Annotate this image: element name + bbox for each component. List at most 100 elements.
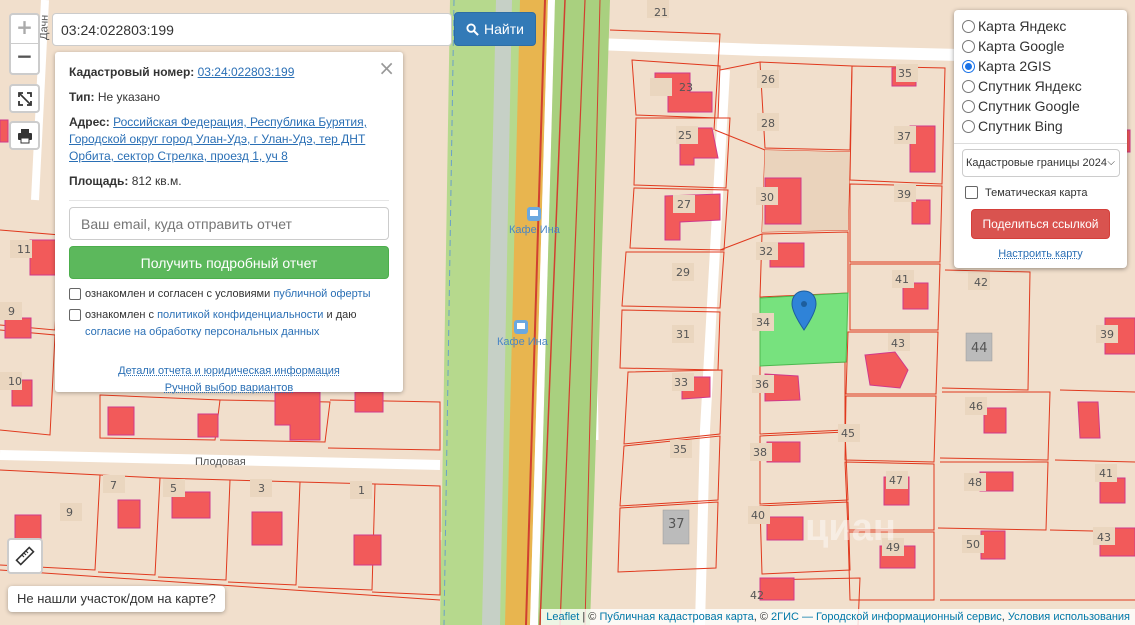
svg-text:9: 9: [8, 305, 15, 318]
svg-text:25: 25: [678, 129, 692, 142]
bus-stop-icon: [527, 207, 541, 221]
share-link-button[interactable]: Поделиться ссылкой: [971, 209, 1110, 239]
svg-text:45: 45: [841, 427, 855, 440]
layer-option[interactable]: Спутник Google: [962, 96, 1119, 116]
svg-text:39: 39: [897, 188, 911, 201]
map-attribution: Leaflet | © Публичная кадастровая карта,…: [541, 609, 1135, 625]
parcel-info-panel: × Кадастровый номер: 03:24:022803:199 Ти…: [55, 52, 403, 394]
divider: [954, 143, 1127, 144]
not-found-button[interactable]: Не нашли участок/дом на карте?: [8, 586, 225, 612]
privacy-consent-checkbox[interactable]: [69, 309, 81, 321]
layer-option-label: Спутник Bing: [978, 118, 1063, 134]
pkk-link[interactable]: Публичная кадастровая карта: [599, 611, 753, 623]
offer-consent-row: ознакомлен и согласен с условиями публич…: [69, 286, 389, 303]
zoom-out-button[interactable]: −: [11, 44, 38, 73]
offer-consent-prefix: ознакомлен и согласен с условиями: [85, 288, 274, 300]
base-layer-options: Карта Яндекс Карта Google Карта 2GIS Спутни…: [962, 16, 1119, 136]
svg-text:42: 42: [750, 589, 764, 602]
svg-text:48: 48: [968, 476, 982, 489]
print-button[interactable]: [9, 121, 40, 150]
svg-text:32: 32: [759, 245, 773, 258]
svg-text:7: 7: [110, 479, 117, 492]
layer-option[interactable]: Карта 2GIS: [962, 56, 1119, 76]
layer-option[interactable]: Спутник Bing: [962, 116, 1119, 136]
zoom-in-button[interactable]: +: [11, 15, 38, 44]
layer-radio[interactable]: [962, 19, 975, 33]
area-row: Площадь: 812 кв.м.: [69, 173, 389, 190]
privacy-consent-mid: и даю: [323, 309, 357, 321]
layer-radio[interactable]: [962, 99, 975, 113]
layer-radio[interactable]: [962, 79, 975, 93]
type-value: Не указано: [97, 90, 161, 104]
measure-button[interactable]: [7, 538, 43, 574]
svg-text:26: 26: [761, 73, 775, 86]
privacy-consent-prefix: ознакомлен с: [85, 309, 158, 321]
svg-text:40: 40: [751, 509, 765, 522]
svg-text:37: 37: [668, 517, 685, 532]
leaflet-link[interactable]: Leaflet: [546, 611, 579, 623]
svg-text:41: 41: [895, 273, 909, 286]
terms-link[interactable]: Условия использования: [1008, 611, 1130, 623]
type-label: Тип:: [69, 90, 95, 104]
svg-text:37: 37: [897, 130, 911, 143]
svg-text:29: 29: [676, 266, 690, 279]
cadastral-search-input[interactable]: [53, 14, 451, 45]
privacy-policy-link[interactable]: политикой конфиденциальности: [157, 309, 323, 321]
address-link[interactable]: Российская Федерация, Республика Бурятия…: [69, 115, 367, 163]
svg-text:циан: циан: [805, 507, 896, 549]
fullscreen-button[interactable]: [9, 84, 40, 113]
svg-text:35: 35: [673, 443, 687, 456]
search-icon: [466, 22, 479, 36]
layer-option-label: Спутник Google: [978, 98, 1080, 114]
layer-option[interactable]: Карта Google: [962, 36, 1119, 56]
email-field[interactable]: [69, 207, 389, 240]
2gis-link[interactable]: 2ГИС — Городской информационный сервис: [771, 611, 1002, 623]
svg-text:42: 42: [974, 276, 988, 289]
svg-text:27: 27: [677, 198, 691, 211]
svg-text:10: 10: [8, 375, 22, 388]
privacy-consent-text: ознакомлен с политикой конфиденциальност…: [85, 307, 389, 341]
svg-text:46: 46: [969, 400, 983, 413]
layer-radio[interactable]: [962, 119, 975, 133]
public-offer-link[interactable]: публичной оферты: [273, 288, 370, 300]
thematic-map-row: Тематическая карта: [962, 186, 1119, 199]
printer-icon: [17, 128, 32, 143]
svg-text:34: 34: [756, 316, 770, 329]
area-label: Площадь:: [69, 174, 129, 188]
search-box: [52, 13, 452, 46]
svg-text:39: 39: [1100, 328, 1114, 341]
svg-text:31: 31: [676, 328, 690, 341]
cadastral-number-link[interactable]: 03:24:022803:199: [198, 65, 295, 79]
layer-radio[interactable]: [962, 39, 975, 53]
ruler-icon: [15, 546, 35, 566]
svg-text:35: 35: [898, 67, 912, 80]
layer-option-label: Карта 2GIS: [978, 58, 1052, 74]
layer-option-label: Спутник Яндекс: [978, 78, 1082, 94]
layer-radio[interactable]: [962, 59, 975, 73]
svg-text:28: 28: [761, 117, 775, 130]
svg-text:Плодовая: Плодовая: [195, 456, 246, 468]
address-row: Адрес: Российская Федерация, Республика …: [69, 114, 389, 165]
cadastral-layer-select[interactable]: Кадастровые границы 2024 ⌵: [962, 149, 1120, 177]
area-value: 812 кв.м.: [131, 174, 182, 188]
thematic-map-checkbox[interactable]: [965, 186, 978, 199]
divider: [69, 200, 389, 201]
get-report-button[interactable]: Получить подробный отчет: [69, 246, 389, 279]
layer-option-label: Карта Google: [978, 38, 1065, 54]
offer-consent-checkbox[interactable]: [69, 288, 81, 300]
personal-data-consent-link[interactable]: согласие на обработку персональных данны…: [85, 326, 319, 338]
svg-text:33: 33: [674, 376, 688, 389]
svg-text:44: 44: [971, 341, 988, 356]
svg-text:43: 43: [891, 337, 905, 350]
svg-text:30: 30: [760, 191, 774, 204]
attribution-separator: , ©: [753, 611, 771, 623]
find-button[interactable]: Найти: [454, 12, 536, 46]
layer-option[interactable]: Спутник Яндекс: [962, 76, 1119, 96]
manual-selection-link[interactable]: Ручной выбор вариантов: [69, 380, 389, 397]
close-icon[interactable]: ×: [378, 56, 395, 80]
svg-text:23: 23: [679, 81, 693, 94]
report-details-link[interactable]: Детали отчета и юридическая информация: [69, 363, 389, 380]
panel-links: Детали отчета и юридическая информация Р…: [69, 363, 389, 397]
layer-option[interactable]: Карта Яндекс: [962, 16, 1119, 36]
configure-map-link[interactable]: Настроить карту: [962, 248, 1119, 260]
